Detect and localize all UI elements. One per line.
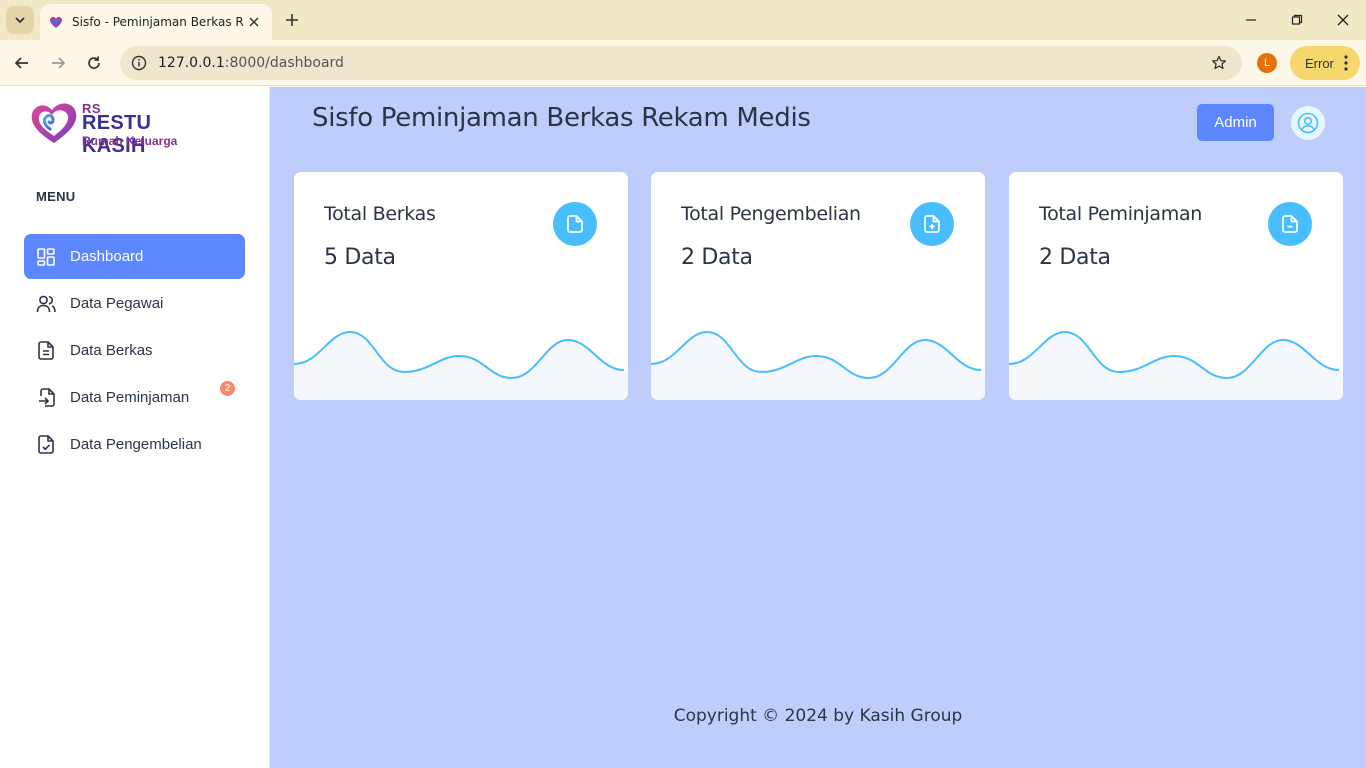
card-label: Total Pengembelian: [681, 203, 861, 225]
heart-logo-icon: [31, 103, 77, 143]
card-wave-decoration: [651, 330, 985, 400]
card-value: 5 Data: [324, 245, 396, 270]
sidebar-item-data-pengembelian[interactable]: Data Pengembelian: [24, 422, 245, 467]
browser-tab[interactable]: Sisfo - Peminjaman Berkas Reka: [40, 4, 272, 40]
back-button[interactable]: [8, 49, 36, 77]
sidebar-item-label: Dashboard: [70, 248, 144, 265]
heart-favicon-icon: [50, 16, 62, 28]
file-plus-icon: [910, 202, 954, 246]
sidebar-item-label: Data Peminjaman: [70, 389, 190, 406]
footer-copyright: Copyright © 2024 by Kasih Group: [673, 706, 963, 726]
user-profile-button[interactable]: [1291, 106, 1325, 140]
card-label: Total Berkas: [324, 203, 436, 225]
users-icon: [36, 294, 56, 314]
arrow-right-icon: [52, 57, 66, 69]
sidebar-item-data-berkas[interactable]: Data Berkas: [24, 328, 245, 373]
tab-close-icon[interactable]: [244, 12, 264, 32]
sidebar-item-data-pegawai[interactable]: Data Pegawai: [24, 281, 245, 326]
new-tab-button[interactable]: [280, 8, 304, 32]
restore-button[interactable]: [1282, 6, 1312, 34]
sidebar-item-data-peminjaman[interactable]: Data Peminjaman: [24, 375, 245, 420]
plus-icon: [286, 14, 298, 26]
restore-icon: [1291, 14, 1303, 25]
sidebar-item-label: Data Berkas: [70, 342, 153, 359]
admin-button[interactable]: Admin: [1197, 104, 1274, 141]
forward-button[interactable]: [44, 49, 72, 77]
user-circle-icon: [1297, 112, 1319, 134]
sidebar-item-dashboard[interactable]: Dashboard: [24, 234, 245, 279]
bookmark-star-icon[interactable]: [1202, 46, 1236, 80]
main-content: Sisfo Peminjaman Berkas Rekam Medis Admi…: [270, 87, 1366, 768]
arrow-left-icon: [14, 57, 28, 69]
sidebar: RS RESTU KASIH Rumah Keluarga MENU Dashb…: [0, 87, 270, 768]
dashboard-icon: [36, 247, 56, 267]
browser-tab-bar: Sisfo - Peminjaman Berkas Reka: [0, 0, 1366, 40]
card-wave-decoration: [294, 330, 628, 400]
close-icon: [1337, 14, 1349, 26]
brand-logo[interactable]: RS RESTU KASIH Rumah Keluarga: [28, 97, 218, 157]
file-minus-icon: [1268, 202, 1312, 246]
card-value: 2 Data: [1039, 245, 1111, 270]
tab-search-button[interactable]: [6, 6, 34, 34]
tab-title: Sisfo - Peminjaman Berkas Reka: [72, 15, 244, 29]
error-label: Error: [1305, 55, 1334, 71]
reload-button[interactable]: [80, 49, 108, 77]
card-wave-decoration: [1009, 330, 1343, 400]
file-import-icon: [36, 388, 56, 408]
error-button[interactable]: Error: [1290, 46, 1360, 80]
profile-avatar[interactable]: L: [1257, 53, 1277, 73]
menu-heading: MENU: [36, 189, 76, 204]
card-value: 2 Data: [681, 245, 753, 270]
page-title: Sisfo Peminjaman Berkas Rekam Medis: [312, 103, 811, 133]
address-bar[interactable]: 127.0.0.1:8000/dashboard: [120, 46, 1242, 80]
minimize-button[interactable]: [1236, 6, 1266, 34]
more-vert-icon: [1344, 55, 1348, 71]
card-label: Total Peminjaman: [1039, 203, 1203, 225]
site-info-icon[interactable]: [122, 46, 156, 80]
close-window-button[interactable]: [1328, 6, 1358, 34]
chevron-down-icon: [15, 17, 25, 24]
reload-icon: [88, 56, 100, 69]
url-text[interactable]: 127.0.0.1:8000/dashboard: [158, 55, 1202, 71]
logo-tagline: Rumah Keluarga: [82, 134, 178, 148]
file-text-icon: [36, 341, 56, 361]
stat-card-total-berkas: Total Berkas 5 Data: [294, 172, 628, 400]
url-path: :8000/dashboard: [224, 55, 344, 71]
url-host: 127.0.0.1: [158, 55, 225, 71]
stat-card-total-pengembelian: Total Pengembelian 2 Data: [651, 172, 985, 400]
notification-badge: 2: [220, 381, 235, 396]
sidebar-item-label: Data Pegawai: [70, 295, 164, 312]
browser-toolbar: 127.0.0.1:8000/dashboard L Error: [0, 40, 1366, 86]
minimize-icon: [1246, 19, 1256, 21]
file-check-icon: [36, 435, 56, 455]
file-icon: [553, 202, 597, 246]
sidebar-item-label: Data Pengembelian: [70, 436, 202, 453]
stat-card-total-peminjaman: Total Peminjaman 2 Data: [1009, 172, 1343, 400]
